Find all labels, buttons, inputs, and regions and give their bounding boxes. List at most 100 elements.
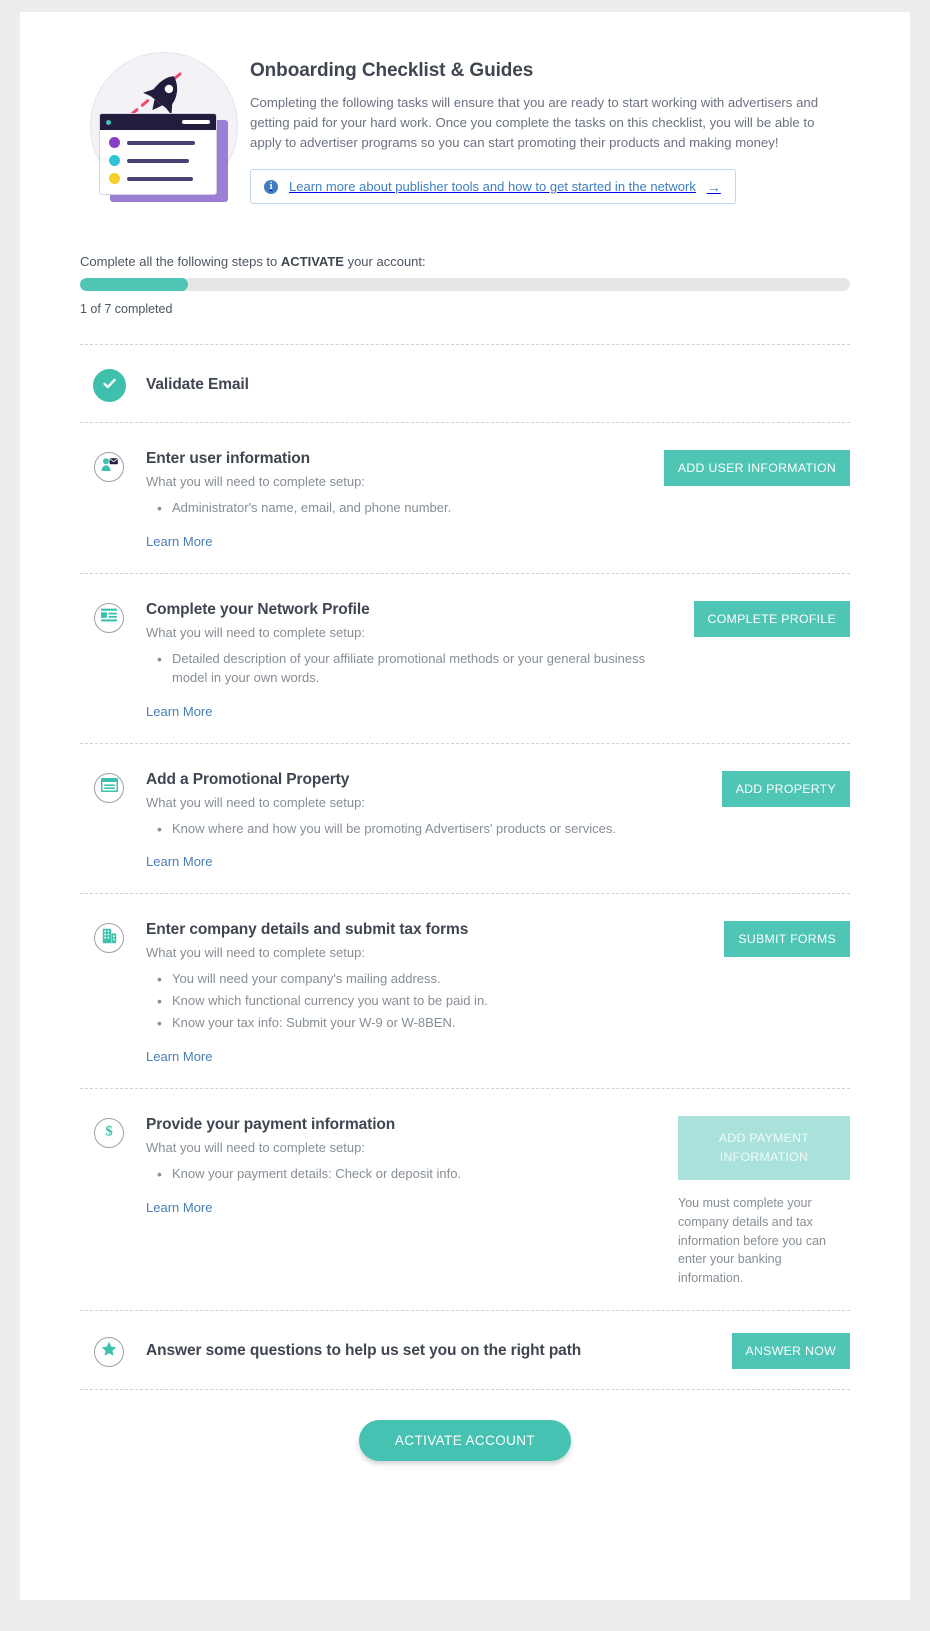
footer: ACTIVATE ACCOUNT: [80, 1388, 850, 1461]
checklist-action-button[interactable]: ADD USER INFORMATION: [663, 450, 850, 486]
arrow-right-icon: →: [706, 178, 721, 195]
checklist-item-action: ANSWER NOW: [660, 1332, 850, 1369]
checklist-item-title: Answer some questions to help us set you…: [146, 1341, 582, 1359]
hero-bullet-cyan-icon: [109, 155, 120, 166]
action-note: You must complete your company details a…: [678, 1196, 827, 1285]
checklist-item-icon-column: [80, 921, 146, 954]
checklist-item-subtitle: What you will need to complete setup:: [146, 1139, 365, 1155]
checklist-action-button[interactable]: ADD PROPERTY: [721, 770, 850, 807]
requirements-list: Know your payment details: Check or depo…: [146, 1164, 646, 1184]
checklist-item-action: COMPLETE PROFILE: [660, 600, 850, 637]
requirement-item: Administrator's name, email, and phone n…: [146, 498, 646, 518]
page-background: Onboarding Checklist & Guides Completing…: [0, 0, 930, 1631]
checklist-item-title: Enter company details and submit tax for…: [146, 921, 469, 939]
checklist-item-icon-column: [80, 367, 146, 402]
info-icon: i: [264, 179, 278, 194]
browser-window-icon: [100, 777, 118, 797]
profile-lines-icon-circle: [94, 602, 124, 633]
progress-label-prefix: Complete all the following steps to: [80, 254, 281, 269]
user-envelope-icon-circle: [94, 452, 124, 482]
checklist-item-body: Validate Email: [146, 376, 660, 394]
checklist-item-title: Complete your Network Profile: [146, 600, 370, 618]
header: Onboarding Checklist & Guides Completing…: [80, 38, 850, 212]
checklist-action-button: ADD PAYMENT INFORMATION: [678, 1115, 850, 1180]
check-icon: [101, 375, 118, 397]
checklist-item-body: Provide your payment information What you…: [146, 1116, 660, 1217]
onboarding-card: Onboarding Checklist & Guides Completing…: [20, 12, 910, 1600]
checklist-item-action: ADD PROPERTY: [660, 770, 850, 807]
checklist-item-action: SUBMIT FORMS: [660, 921, 850, 958]
checklist-item-subtitle: What you will need to complete setup:: [146, 474, 365, 489]
learn-more-link[interactable]: Learn More: [146, 534, 212, 549]
checklist-action-button[interactable]: ANSWER NOW: [731, 1332, 850, 1369]
checklist-item-icon-column: [80, 450, 146, 482]
checklist-item-subtitle: What you will need to complete setup:: [146, 945, 365, 961]
checklist-item-body: Enter company details and submit tax for…: [146, 921, 660, 1066]
hero-line: [127, 158, 189, 163]
checklist-item: $ Provide your payment information What yo…: [80, 1087, 850, 1310]
checklist-item-icon-column: [80, 601, 146, 633]
requirement-item: Know which functional currency you want …: [146, 991, 646, 1011]
learn-more-link[interactable]: Learn More: [146, 854, 212, 869]
progress-label-suffix: your account:: [343, 254, 426, 269]
hero-row: [109, 173, 208, 184]
requirements-list: Detailed description of your affiliate p…: [146, 649, 646, 688]
checklist-item-title: Enter user information: [146, 450, 311, 467]
checklist-item-icon-column: [80, 1335, 146, 1367]
building-icon-circle: [94, 923, 124, 954]
profile-lines-icon: [101, 608, 117, 627]
checklist-item: Enter user information What you will need…: [80, 422, 850, 573]
user-envelope-icon: [100, 457, 118, 477]
star-icon-circle: [94, 1336, 124, 1367]
requirements-list: You will need your company's mailing add…: [146, 969, 646, 1033]
checklist-item-icon-column: [80, 771, 146, 803]
building-icon: [102, 928, 117, 949]
requirement-item: Detailed description of your affiliate p…: [146, 649, 646, 688]
dollar-icon-circle: $: [94, 1117, 124, 1148]
progress-section: Complete all the following steps to ACTI…: [80, 254, 850, 316]
hero-checklist-rows: [100, 130, 216, 184]
progress-label: Complete all the following steps to ACTI…: [80, 254, 850, 269]
checklist-item: Add a Promotional Property What you will …: [80, 742, 850, 894]
checklist-item-action: ADD PAYMENT INFORMATION You must complete…: [660, 1115, 850, 1288]
requirement-item: Know your tax info: Submit your W-9 or W…: [146, 1013, 646, 1033]
browser-window-icon-circle: [94, 772, 124, 803]
requirements-list: Administrator's name, email, and phone n…: [146, 498, 646, 518]
checklist-item-body: Add a Promotional Property What you will …: [146, 771, 660, 872]
activate-account-button[interactable]: ACTIVATE ACCOUNT: [358, 1419, 572, 1461]
svg-text:$: $: [105, 1124, 113, 1140]
hero-bullet-purple-icon: [109, 137, 120, 148]
requirement-item: You will need your company's mailing add…: [146, 969, 646, 989]
page-title: Onboarding Checklist & Guides: [250, 60, 534, 81]
hero-illustration: [84, 42, 238, 212]
checklist-item-icon-column: $: [80, 1116, 146, 1148]
checklist: Validate Email Enter user information What…: [80, 344, 850, 1389]
header-text-block: Onboarding Checklist & Guides Completing…: [250, 38, 850, 205]
star-icon: [101, 1341, 117, 1362]
checklist-action-button[interactable]: COMPLETE PROFILE: [693, 600, 850, 637]
hero-card: [99, 113, 217, 195]
requirement-item: Know your payment details: Check or depo…: [146, 1164, 646, 1184]
intro-paragraph: Completing the following tasks will ensu…: [250, 95, 819, 151]
hero-line: [127, 140, 195, 145]
requirement-item: Know where and how you will be promoting…: [146, 819, 646, 839]
checklist-action-button[interactable]: SUBMIT FORMS: [724, 921, 850, 958]
hero-line: [127, 176, 193, 181]
hero-pill-shape: [182, 120, 210, 124]
learn-more-link[interactable]: Learn More: [146, 1200, 212, 1215]
learn-more-link[interactable]: Learn More: [146, 1049, 212, 1064]
checklist-item: Complete your Network Profile What you wi…: [80, 572, 850, 743]
learn-more-banner[interactable]: i Learn more about publisher tools and h…: [250, 169, 736, 205]
hero-row: [109, 137, 208, 148]
progress-count-label: 1 of 7 completed: [80, 302, 173, 316]
learn-more-link[interactable]: Learn More: [146, 704, 212, 719]
checklist-item-body: Complete your Network Profile What you wi…: [146, 601, 660, 721]
progress-bar-track: [80, 278, 850, 291]
checklist-item: Enter company details and submit tax for…: [80, 893, 850, 1088]
checklist-item-title: Add a Promotional Property: [146, 770, 350, 788]
checklist-item-body: Answer some questions to help us set you…: [146, 1342, 660, 1360]
progress-bar-fill: [80, 278, 188, 291]
checklist-item-subtitle: What you will need to complete setup:: [146, 624, 365, 640]
checklist-item-body: Enter user information What you will need…: [146, 450, 660, 551]
checklist-item: Answer some questions to help us set you…: [80, 1309, 850, 1389]
